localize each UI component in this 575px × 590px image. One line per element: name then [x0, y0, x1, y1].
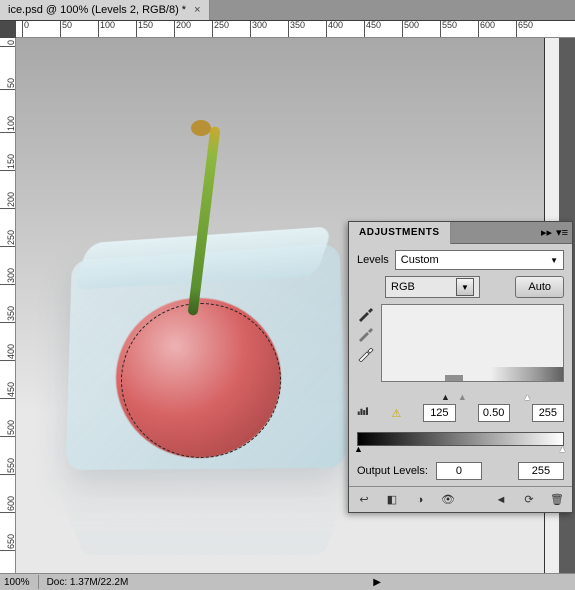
panel-tab-adjustments[interactable]: ADJUSTMENTS — [349, 222, 451, 244]
preset-dropdown[interactable]: Custom ▼ — [395, 250, 564, 270]
collapse-icon[interactable]: ▸▸ — [541, 226, 552, 239]
slider-black-icon[interactable]: ▲ — [441, 392, 450, 402]
auto-button[interactable]: Auto — [515, 276, 564, 298]
ruler-horizontal[interactable]: 0 50 100 150 200 250 300 350 400 450 500… — [16, 21, 575, 38]
slider-mid-icon[interactable]: ▲ — [458, 392, 467, 402]
ruler-h-tick: 300 — [250, 21, 267, 38]
ruler-v-tick: 450 — [0, 382, 16, 399]
ruler-vertical[interactable]: 0 50 100 150 200 250 300 350 400 450 500… — [0, 38, 16, 573]
output-slider-black-icon[interactable]: ▲ — [354, 444, 363, 454]
ruler-v-tick: 150 — [0, 154, 16, 171]
chevron-down-icon: ▼ — [550, 256, 558, 265]
input-mid-field[interactable]: 0.50 — [478, 404, 510, 422]
zoom-level[interactable]: 100% — [4, 577, 30, 588]
levels-type-label: Levels — [357, 254, 389, 266]
ruler-v-tick: 300 — [0, 268, 16, 285]
status-menu-icon[interactable]: ▶ — [373, 577, 381, 588]
artwork-cherry-ice — [41, 98, 351, 518]
ruler-v-tick: 250 — [0, 230, 16, 247]
trash-icon[interactable]: 🗑 — [548, 492, 566, 508]
return-arrow-icon[interactable]: ↩ — [355, 492, 373, 508]
input-white-field[interactable]: 255 — [532, 404, 564, 422]
warning-icon[interactable]: ⚠ — [391, 407, 401, 420]
status-bar: 100% Doc: 1.37M/22.2M ▶ — [0, 573, 575, 590]
ruler-h-tick: 350 — [288, 21, 305, 38]
clip-mask-icon[interactable]: ◑ — [411, 492, 429, 508]
ruler-h-tick: 150 — [136, 21, 153, 38]
adjustments-panel: ADJUSTMENTS ▸▸ ▾≡ Levels Custom ▼ RGB ▼ … — [348, 221, 573, 513]
panel-header[interactable]: ADJUSTMENTS ▸▸ ▾≡ — [349, 222, 572, 244]
ruler-v-tick: 500 — [0, 420, 16, 437]
ruler-v-tick: 400 — [0, 344, 16, 361]
ruler-v-tick: 600 — [0, 496, 16, 513]
eyedropper-gray-icon[interactable] — [357, 328, 375, 342]
ruler-h-tick: 600 — [478, 21, 495, 38]
panel-footer: ↩ ◧ ◑ 👁 ◄ ⟳ 🗑 — [349, 486, 572, 512]
expand-icon[interactable]: ◧ — [383, 492, 401, 508]
eyedropper-black-icon[interactable] — [357, 308, 375, 322]
ruler-h-tick: 650 — [516, 21, 533, 38]
ruler-h-tick: 50 — [60, 21, 72, 38]
output-white-field[interactable]: 255 — [518, 462, 564, 480]
document-tab-title: ice.psd @ 100% (Levels 2, RGB/8) * — [8, 4, 186, 16]
ruler-v-tick: 50 — [0, 78, 16, 90]
panel-menu-icon[interactable]: ▾≡ — [556, 226, 568, 239]
close-icon[interactable]: × — [194, 4, 200, 16]
chevron-down-icon: ▼ — [456, 278, 474, 296]
ruler-v-tick: 550 — [0, 458, 16, 475]
selection-marquee — [121, 303, 281, 458]
histogram-icon[interactable] — [357, 406, 369, 420]
output-slider-white-icon[interactable]: ▲ — [558, 444, 567, 454]
document-tab[interactable]: ice.psd @ 100% (Levels 2, RGB/8) * × — [0, 0, 210, 20]
ruler-v-tick: 100 — [0, 116, 16, 133]
ruler-h-tick: 200 — [174, 21, 191, 38]
ruler-h-tick: 0 — [22, 21, 29, 38]
ruler-h-tick: 500 — [402, 21, 419, 38]
document-tab-bar: ice.psd @ 100% (Levels 2, RGB/8) * × — [0, 0, 575, 21]
output-gradient[interactable]: ▲ ▲ — [357, 432, 564, 446]
output-levels-label: Output Levels: — [357, 465, 428, 477]
channel-value: RGB — [391, 281, 415, 293]
ruler-v-tick: 200 — [0, 192, 16, 209]
doc-size-readout[interactable]: Doc: 1.37M/22.2M — [47, 577, 129, 588]
ruler-h-tick: 450 — [364, 21, 381, 38]
slider-white-icon[interactable]: ▲ — [523, 392, 532, 402]
ruler-v-tick: 650 — [0, 534, 16, 551]
eyedropper-white-icon[interactable] — [357, 348, 375, 362]
output-black-field[interactable]: 0 — [436, 462, 482, 480]
reset-icon[interactable]: ⟳ — [520, 492, 538, 508]
auto-button-label: Auto — [528, 281, 551, 293]
ruler-h-tick: 100 — [98, 21, 115, 38]
preset-value: Custom — [401, 254, 439, 266]
visibility-icon[interactable]: 👁 — [439, 492, 457, 508]
ruler-h-tick: 250 — [212, 21, 229, 38]
ruler-h-tick: 550 — [440, 21, 457, 38]
histogram[interactable] — [381, 304, 564, 382]
input-black-field[interactable]: 125 — [423, 404, 455, 422]
ruler-h-tick: 400 — [326, 21, 343, 38]
ruler-v-tick: 350 — [0, 306, 16, 323]
channel-dropdown[interactable]: RGB ▼ — [385, 276, 480, 298]
ruler-v-tick: 0 — [0, 40, 16, 47]
previous-state-icon[interactable]: ◄ — [492, 492, 510, 508]
